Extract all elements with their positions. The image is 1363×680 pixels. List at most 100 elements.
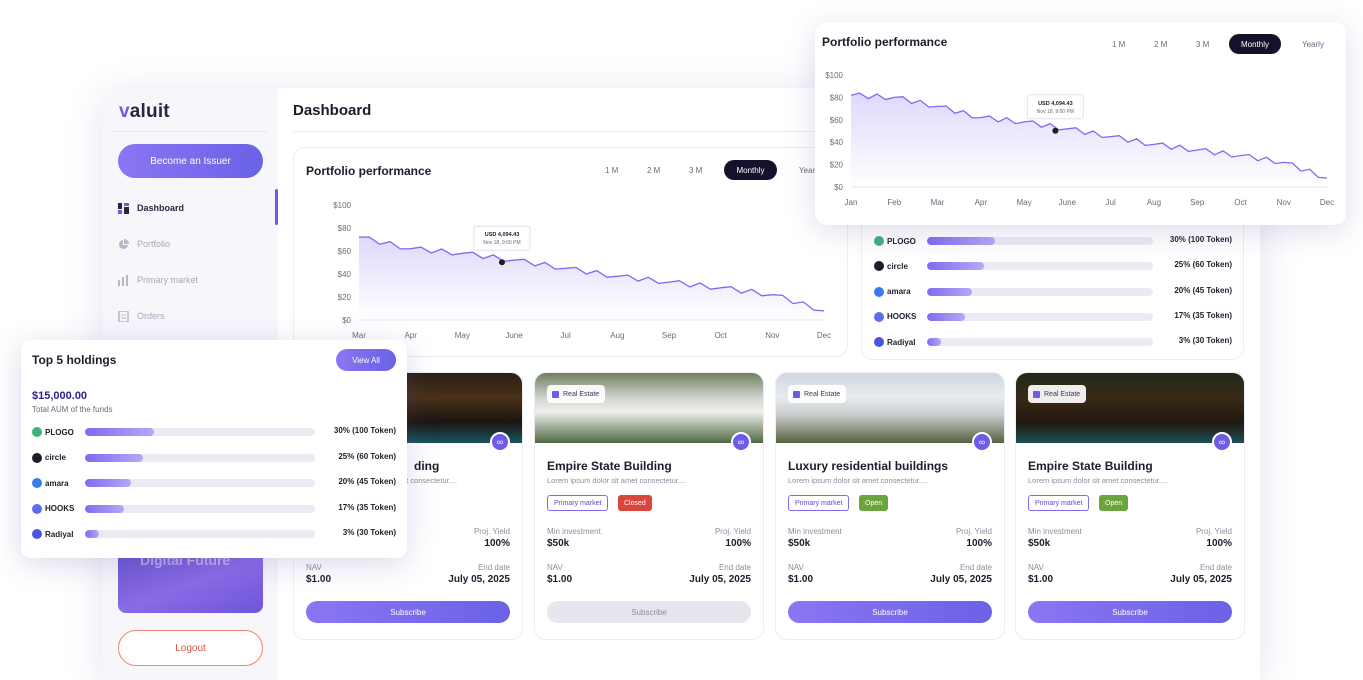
asset-description: Lorem ipsum dolor sit amet consectetur..… [547, 476, 687, 485]
sidebar-item-portfolio[interactable]: Portfolio [118, 235, 170, 253]
asset-card[interactable]: Real Estate ∞ Luxury residential buildin… [775, 372, 1005, 640]
status-badge: Open [859, 495, 889, 511]
logout-button[interactable]: Logout [118, 630, 263, 666]
asset-name: Empire State Building [547, 459, 672, 473]
end-date-label: End date [718, 563, 751, 572]
holding-logo-icon [32, 452, 42, 463]
x-tick-label: Aug [610, 331, 624, 340]
property-image [535, 373, 763, 443]
asset-description: Lorem ipsum dolor sit amet consectetur..… [1028, 476, 1168, 485]
y-tick-label: $80 [338, 224, 352, 233]
holding-bar-track [927, 262, 1153, 271]
y-tick-label: $80 [830, 93, 844, 102]
holding-row[interactable]: circle 25% (60 Token) [32, 451, 396, 465]
become-issuer-button[interactable]: Become an Issuer [118, 144, 263, 178]
x-tick-label: June [505, 331, 523, 340]
main-chart-svg: $0 $20 $40 $60 $80 $100 Mar Apr May June Jul Aug Sep… [333, 201, 831, 340]
sidebar-item-primary-market[interactable]: Primary market [118, 271, 198, 289]
holding-percentage: 20% (45 Token) [338, 477, 396, 486]
real-estate-tag: Real Estate [547, 385, 606, 403]
y-tick-label: $100 [825, 71, 843, 80]
asset-card[interactable]: Real Estate ∞ Empire State Building Lore… [534, 372, 764, 640]
yield-value: 100% [1206, 538, 1232, 549]
top-holdings-card: Top 5 holdings View All $15,000.00 Total… [21, 340, 407, 558]
holding-row[interactable]: PLOGO 30% (100 Token) [874, 234, 1232, 248]
link-icon[interactable]: ∞ [490, 432, 510, 452]
holding-row[interactable]: PLOGO 30% (100 Token) [32, 425, 396, 439]
link-icon[interactable]: ∞ [1212, 432, 1232, 452]
primary-market-badge: Primary market [1028, 495, 1090, 511]
x-tick-label: Sep [1190, 198, 1205, 207]
holding-logo: amara [874, 285, 911, 299]
holding-row[interactable]: amara 20% (45 Token) [32, 476, 396, 490]
holding-row[interactable]: Radiyal 3% (30 Token) [874, 335, 1232, 349]
y-tick-label: $20 [338, 293, 352, 302]
holding-bar-track [927, 287, 1153, 296]
holding-bar-track [927, 237, 1153, 245]
subscribe-button[interactable]: Subscribe [1028, 601, 1232, 623]
subscribe-button[interactable]: Subscribe [788, 601, 992, 623]
tooltip-date: Nov 18, 9:00 PM [1037, 109, 1074, 115]
holding-bar-fill [85, 504, 125, 513]
sidebar-item-dashboard[interactable]: Dashboard [118, 199, 184, 217]
subscribe-button[interactable]: Subscribe [306, 601, 510, 623]
y-tick-label: $20 [830, 161, 844, 170]
x-tick-label: Nov [765, 331, 779, 340]
asset-description: Lorem ipsum dolor sit amet consectetur..… [788, 476, 928, 485]
subscribe-button[interactable]: Subscribe [547, 601, 751, 623]
end-date-label: End date [959, 563, 992, 572]
holdings-title: Top 5 holdings [32, 353, 117, 367]
x-tick-label: June [1059, 198, 1077, 207]
tag-label: Real Estate [563, 390, 600, 398]
holding-logo: Radiyal [32, 527, 73, 541]
series-area [359, 237, 824, 320]
holding-row[interactable]: circle 25% (60 Token) [874, 259, 1232, 273]
holding-bar-fill [927, 237, 995, 245]
holding-percentage: 17% (35 Token) [338, 502, 396, 512]
min-investment-value: $50k [788, 538, 811, 549]
link-icon[interactable]: ∞ [972, 432, 992, 452]
holding-row[interactable]: Radiyal 3% (30 Token) [32, 527, 396, 541]
holding-logo-icon [874, 286, 884, 297]
view-all-button[interactable]: View All [336, 349, 396, 371]
end-date-value: July 05, 2025 [1170, 574, 1232, 585]
holding-name: amara [45, 478, 69, 488]
nav-label: NAV [1028, 563, 1044, 572]
sidebar-item-label: Dashboard [137, 203, 185, 213]
holding-logo-icon [874, 261, 884, 272]
holding-logo: circle [874, 259, 908, 273]
sidebar-item-orders[interactable]: Orders [118, 307, 165, 325]
asset-name: Empire State Building [1028, 459, 1153, 473]
brand-logo[interactable]: valuit [119, 101, 170, 123]
y-tick-label: $40 [830, 138, 844, 147]
holding-logo-icon [32, 503, 42, 514]
nav-label: NAV [306, 563, 322, 572]
floating-portfolio-performance-card: Portfolio performance 1 M 2 M 3 M Monthl… [815, 22, 1346, 225]
tooltip-date: Nov 18, 9:00 PM [483, 240, 520, 246]
property-image [776, 373, 1004, 443]
link-icon[interactable]: ∞ [731, 432, 751, 452]
x-tick-label: Jul [561, 331, 571, 340]
page-title: Dashboard [293, 102, 372, 119]
tooltip-point [499, 259, 505, 266]
holding-row[interactable]: HOOKS 17% (35 Token) [32, 502, 396, 516]
end-date-value: July 05, 2025 [689, 574, 751, 585]
holding-row[interactable]: amara 20% (45 Token) [874, 285, 1232, 299]
yield-value: 100% [966, 538, 992, 549]
holding-logo-icon [32, 478, 42, 488]
x-tick-label: Jan [845, 198, 858, 207]
holding-row[interactable]: HOOKS 17% (35 Token) [874, 310, 1232, 324]
holding-name: HOOKS [45, 504, 75, 513]
asset-card[interactable]: Real Estate ∞ Empire State Building Lore… [1015, 372, 1245, 640]
real-estate-tag: Real Estate [788, 385, 847, 403]
holding-logo-icon [874, 236, 884, 246]
min-investment-label: Min investment [788, 527, 842, 536]
brand-divider [113, 131, 268, 132]
sidebar-item-label: Orders [137, 311, 165, 321]
tooltip-point [1052, 127, 1059, 134]
holding-bar-fill [85, 530, 99, 538]
x-tick-label: Feb [887, 198, 901, 207]
x-tick-label: Mar [931, 198, 945, 207]
holding-logo: circle [32, 451, 66, 465]
yield-label: Proj. Yield [1195, 527, 1232, 536]
